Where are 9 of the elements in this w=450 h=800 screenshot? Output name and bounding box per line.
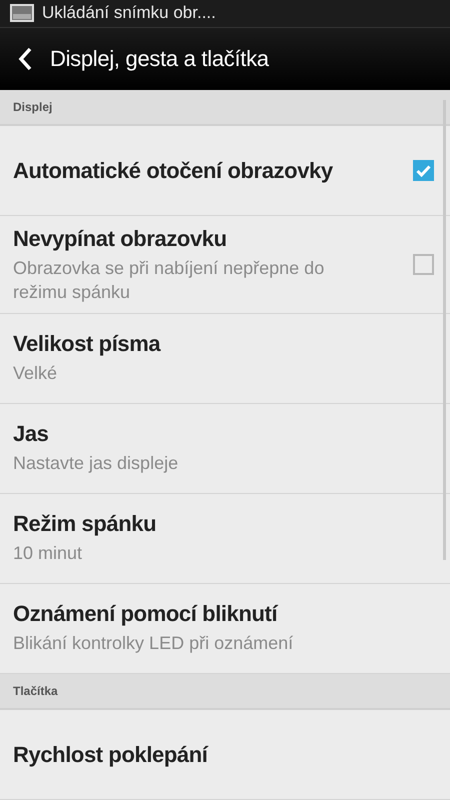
section-header: Displej	[0, 90, 450, 126]
section-header: Tlačítka	[0, 674, 450, 710]
checkbox[interactable]	[413, 254, 434, 276]
settings-item[interactable]: Rychlost poklepání	[0, 710, 450, 800]
back-button[interactable]	[18, 46, 32, 71]
image-icon	[10, 4, 34, 22]
page-title: Displej, gesta a tlačítka	[50, 46, 269, 72]
notification-text: Ukládání snímku obr....	[42, 3, 216, 24]
checkbox[interactable]	[413, 160, 434, 182]
